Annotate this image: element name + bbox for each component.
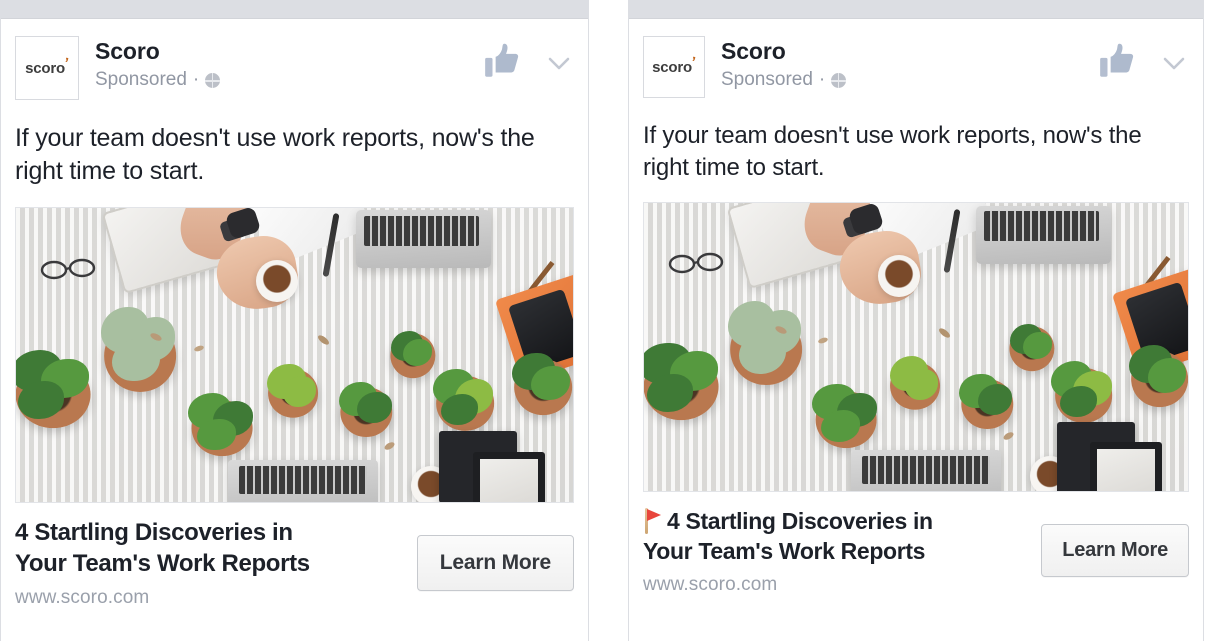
ad-display-url: www.scoro.com: [643, 573, 778, 595]
learn-more-button[interactable]: Learn More: [1041, 524, 1189, 578]
photo-picture-frame-front: [1090, 441, 1163, 491]
photo-plant: [883, 353, 947, 415]
ad-header: scoro’ Scoro Sponsored ·: [629, 19, 1203, 98]
brand-logo-text: scoro’: [25, 54, 70, 77]
photo-plant: [506, 349, 573, 421]
photo-plant: [333, 378, 399, 442]
sponsored-label: Sponsored: [95, 69, 187, 91]
ad-copy-text: If your team doesn't use work reports, n…: [15, 124, 535, 186]
photo-plant: [720, 300, 812, 393]
photo-eyeglasses: [668, 252, 723, 274]
page-title[interactable]: Scoro: [721, 38, 1097, 64]
photo-debris: [937, 326, 952, 339]
ad-display-url: www.scoro.com: [15, 586, 150, 608]
card-topbar: [1, 0, 588, 19]
photo-coffee-cup-top: [255, 260, 298, 303]
ad-headline-line1: 4 Startling Discoveries in: [15, 518, 293, 546]
globe-icon: [205, 73, 221, 89]
thumbs-up-icon[interactable]: [482, 40, 524, 82]
page-title[interactable]: Scoro: [95, 38, 482, 64]
ad-photo[interactable]: [15, 206, 574, 503]
ad-card-without-emoji: scoro’ Scoro Sponsored · If your team do…: [0, 0, 589, 641]
photo-plant: [183, 390, 261, 462]
photo-laptop-bottom-keyboard: [238, 466, 367, 495]
photo-debris: [193, 344, 205, 353]
chevron-down-icon[interactable]: [544, 48, 574, 78]
avatar[interactable]: scoro’: [15, 36, 79, 100]
photo-plant: [954, 370, 1020, 434]
header-actions: [482, 36, 574, 82]
header-actions: [1097, 36, 1189, 82]
ad-headline-line2: Your Team's Work Reports: [15, 550, 310, 578]
learn-more-button[interactable]: Learn More: [416, 534, 574, 591]
photo-debris: [316, 333, 331, 347]
ad-card-with-emoji: scoro’ Scoro Sponsored · If your team do…: [628, 0, 1204, 641]
sponsored-line: Sponsored ·: [721, 68, 1097, 93]
card-topbar: [629, 0, 1203, 19]
photo-laptop-top-keyboard: [984, 211, 1099, 242]
ad-link-text: 4 Startling Discoveries in Your Team's W…: [15, 517, 403, 609]
chevron-down-icon[interactable]: [1159, 48, 1189, 78]
photo-plant: [16, 349, 101, 435]
photo-plant: [94, 307, 186, 399]
brand-logo-accent-icon: ’: [689, 53, 697, 71]
photo-picture-frame-front: [472, 451, 545, 502]
red-flag-icon: [643, 507, 663, 534]
ad-photo-image: [16, 207, 573, 502]
photo-plant: [1123, 341, 1188, 413]
photo-plant: [261, 360, 325, 422]
photo-debris: [817, 336, 829, 345]
ad-headline-line2: Your Team's Work Reports: [643, 538, 926, 565]
photo-laptop-top-keyboard: [364, 216, 480, 247]
brand-meta: Scoro Sponsored ·: [95, 36, 482, 93]
ad-photo[interactable]: [643, 201, 1189, 492]
photo-plant: [807, 381, 885, 453]
globe-icon: [831, 73, 847, 89]
separator-dot: ·: [818, 69, 826, 91]
ad-header: scoro’ Scoro Sponsored ·: [1, 19, 588, 100]
ad-photo-image: [644, 202, 1188, 491]
photo-coffee-cup-top: [877, 254, 920, 297]
photo-laptop-bottom-keyboard: [861, 456, 990, 485]
photo-plant: [1047, 358, 1121, 428]
brand-logo-accent-icon: ’: [62, 54, 70, 72]
sponsored-line: Sponsored ·: [95, 68, 482, 93]
photo-eyeglasses: [41, 258, 96, 279]
sponsored-label: Sponsored: [721, 69, 813, 91]
ad-link-card: 4 Startling Discoveries in Your Team's W…: [643, 492, 1189, 612]
thumbs-up-icon[interactable]: [1097, 40, 1139, 82]
ad-headline-line1: 4 Startling Discoveries in: [667, 507, 933, 534]
ad-link-text: 4 Startling Discoveries in Your Team's W…: [643, 506, 1027, 596]
photo-plant: [644, 341, 729, 427]
ad-copy-text: If your team doesn't use work reports, n…: [643, 122, 1142, 181]
brand-meta: Scoro Sponsored ·: [721, 36, 1097, 93]
separator-dot: ·: [192, 69, 200, 91]
avatar[interactable]: scoro’: [643, 36, 705, 98]
comparison-stage: scoro’ Scoro Sponsored · If your team do…: [0, 0, 1215, 641]
ad-headline[interactable]: 4 Startling Discoveries in Your Team's W…: [15, 517, 403, 580]
ad-link-card: 4 Startling Discoveries in Your Team's W…: [15, 503, 574, 625]
brand-logo-text: scoro’: [652, 53, 697, 76]
ad-headline[interactable]: 4 Startling Discoveries in Your Team's W…: [643, 506, 1027, 567]
photo-plant: [428, 366, 502, 436]
